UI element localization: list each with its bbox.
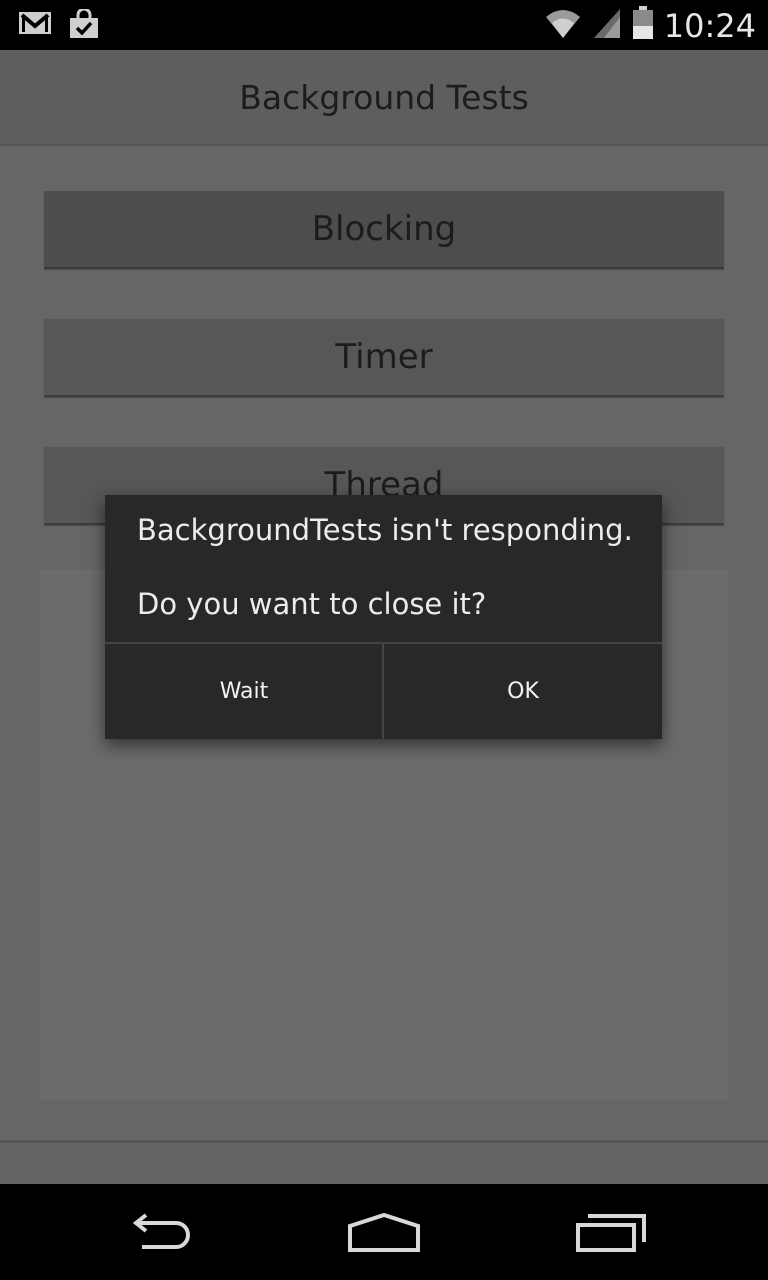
shopping-bag-check-icon — [68, 7, 100, 44]
bottom-strip — [0, 1143, 768, 1184]
signal-icon — [592, 7, 622, 44]
home-icon[interactable] — [346, 1212, 422, 1259]
gmail-icon — [18, 9, 52, 44]
anr-dialog: BackgroundTests isn't responding. Do you… — [105, 495, 662, 739]
back-icon[interactable] — [124, 1212, 196, 1257]
ok-button[interactable]: OK — [384, 644, 662, 739]
battery-icon — [632, 6, 654, 45]
navigation-bar — [0, 1184, 768, 1280]
recent-apps-icon[interactable] — [574, 1212, 648, 1259]
status-time: 10:24 — [663, 6, 756, 45]
wait-button[interactable]: Wait — [105, 644, 383, 739]
blocking-button[interactable]: Blocking — [44, 191, 724, 269]
dialog-question: Do you want to close it? — [137, 587, 487, 621]
status-bar: 10:24 — [0, 0, 768, 50]
page-title: Background Tests — [239, 77, 529, 117]
timer-button[interactable]: Timer — [44, 319, 724, 397]
dialog-message: BackgroundTests isn't responding. — [137, 513, 633, 547]
wifi-icon — [544, 7, 582, 44]
action-bar: Background Tests — [0, 50, 768, 146]
